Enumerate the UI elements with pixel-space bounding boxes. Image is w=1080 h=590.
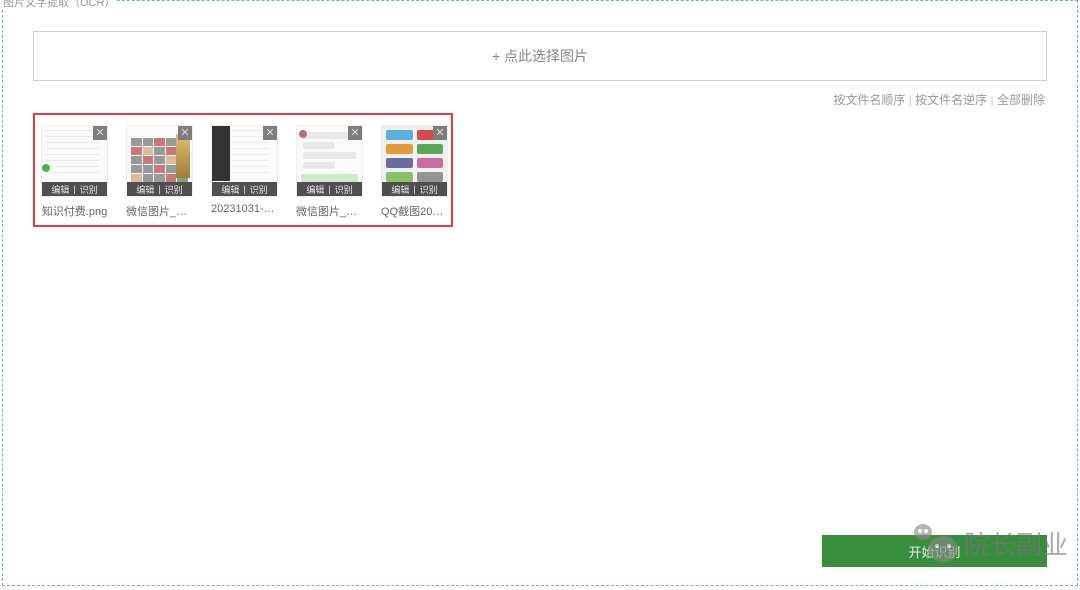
recognize-button[interactable]: 识别 [250, 183, 268, 196]
thumbnail-card[interactable]: ✕ 编辑 | 识别 20231031-141219.j... [211, 125, 278, 219]
thumbnail-selection: ✕ 编辑 | 识别 知识付费.png [33, 113, 453, 227]
close-icon: ✕ [435, 128, 444, 139]
thumbnail-filename: 知识付费.png [41, 203, 108, 219]
recognize-button[interactable]: 识别 [80, 183, 98, 196]
close-icon: ✕ [350, 128, 359, 139]
thumbnail-filename: 微信图片_2023101... [126, 203, 193, 219]
select-image-label: + 点此选择图片 [492, 46, 588, 66]
edit-button[interactable]: 编辑 [391, 183, 409, 196]
thumbnail-card[interactable]: ✕ 编辑 | 识别 QQ截图202311041... [381, 125, 448, 219]
edit-button[interactable]: 编辑 [136, 183, 154, 196]
thumbnail-card[interactable]: ✕ 编辑 | 识别 知识付费.png [41, 125, 108, 219]
remove-thumbnail-button[interactable]: ✕ [178, 126, 192, 140]
select-image-dropzone[interactable]: + 点此选择图片 [33, 31, 1047, 81]
thumbnail-action-bar: 编辑 | 识别 [127, 182, 192, 196]
delete-all-link[interactable]: 全部删除 [997, 93, 1045, 107]
separator: | [328, 184, 330, 194]
sort-asc-link[interactable]: 按文件名顺序 [833, 93, 905, 107]
sort-desc-link[interactable]: 按文件名逆序 [915, 93, 987, 107]
thumbnail-action-bar: 编辑 | 识别 [42, 182, 107, 196]
close-icon: ✕ [95, 128, 104, 139]
edit-button[interactable]: 编辑 [51, 183, 69, 196]
separator: | [158, 184, 160, 194]
thumbnail-action-bar: 编辑 | 识别 [382, 182, 447, 196]
sort-row: 按文件名顺序 | 按文件名逆序 | 全部删除 [33, 86, 1047, 113]
thumbnail-preview: ✕ 编辑 | 识别 [211, 125, 278, 197]
start-recognize-button[interactable]: 开始识别 [822, 535, 1047, 567]
start-recognize-label: 开始识别 [908, 542, 960, 561]
thumbnail-action-bar: 编辑 | 识别 [297, 182, 362, 196]
recognize-button[interactable]: 识别 [420, 183, 438, 196]
separator: | [73, 184, 75, 194]
thumbnail-preview: ✕ 编辑 | 识别 [381, 125, 448, 197]
ocr-panel: 图片文字提取（OCR） + 点此选择图片 按文件名顺序 | 按文件名逆序 | 全… [2, 0, 1078, 586]
recognize-button[interactable]: 识别 [335, 183, 353, 196]
thumbnail-card[interactable]: ✕ 编辑 | 识别 微信图片_2023103... [296, 125, 363, 219]
recognize-button[interactable]: 识别 [165, 183, 183, 196]
close-icon: ✕ [180, 128, 189, 139]
thumbnail-action-bar: 编辑 | 识别 [212, 182, 277, 196]
remove-thumbnail-button[interactable]: ✕ [93, 126, 107, 140]
thumbnail-filename: 20231031-141219.j... [211, 203, 278, 215]
thumbnail-preview: ✕ 编辑 | 识别 [296, 125, 363, 197]
thumbnail-filename: 微信图片_2023103... [296, 203, 363, 219]
edit-button[interactable]: 编辑 [221, 183, 239, 196]
remove-thumbnail-button[interactable]: ✕ [433, 126, 447, 140]
thumbnail-preview: ✕ 编辑 | 识别 [41, 125, 108, 197]
separator: | [413, 184, 415, 194]
thumbnail-filename: QQ截图202311041... [381, 203, 448, 219]
edit-button[interactable]: 编辑 [306, 183, 324, 196]
panel-title: 图片文字提取（OCR） [1, 0, 117, 10]
thumbnail-preview: ✕ 编辑 | 识别 [126, 125, 193, 197]
separator: | [243, 184, 245, 194]
close-icon: ✕ [265, 128, 274, 139]
remove-thumbnail-button[interactable]: ✕ [263, 126, 277, 140]
thumbnail-card[interactable]: ✕ 编辑 | 识别 微信图片_2023101... [126, 125, 193, 219]
remove-thumbnail-button[interactable]: ✕ [348, 126, 362, 140]
